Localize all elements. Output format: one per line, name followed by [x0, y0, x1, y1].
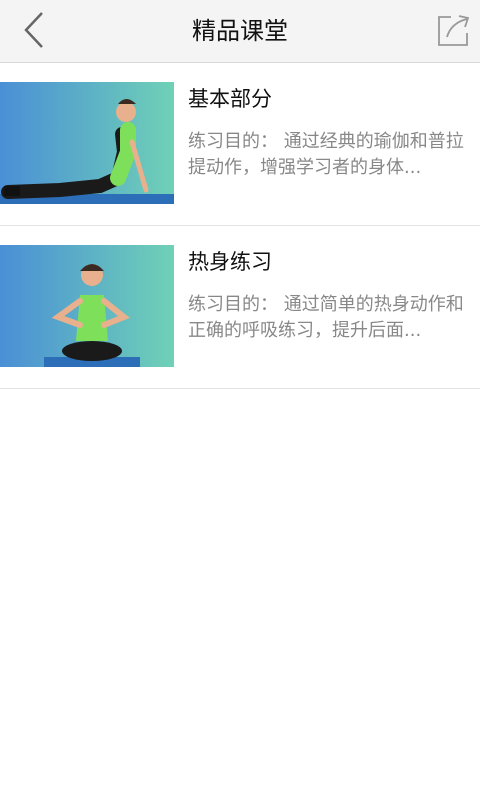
- yoga-seated-breathing-thumbnail: [0, 245, 174, 367]
- course-description: 练习目的： 通过经典的瑜伽和普拉提动作，增强学习者的身体...: [188, 131, 464, 178]
- course-thumbnail: [0, 82, 174, 204]
- yoga-cobra-pose-thumbnail: [0, 82, 174, 204]
- course-list: 基本部分 练习目的： 通过经典的瑜伽和普拉提动作，增强学习者的身体... 热身练…: [0, 63, 480, 389]
- page-title: 精品课堂: [192, 17, 288, 45]
- header-bar: 精品课堂: [0, 0, 480, 63]
- course-title: 基本部分: [188, 87, 272, 111]
- course-item-warmup[interactable]: 热身练习 练习目的： 通过简单的热身动作和正确的呼吸练习，提升后面...: [0, 226, 480, 389]
- share-button[interactable]: [436, 12, 472, 48]
- course-item-basic[interactable]: 基本部分 练习目的： 通过经典的瑜伽和普拉提动作，增强学习者的身体...: [0, 63, 480, 226]
- share-external-icon: [438, 15, 470, 46]
- course-description: 练习目的： 通过简单的热身动作和正确的呼吸练习，提升后面...: [188, 294, 464, 341]
- course-title: 热身练习: [188, 250, 272, 274]
- course-thumbnail: [0, 245, 174, 367]
